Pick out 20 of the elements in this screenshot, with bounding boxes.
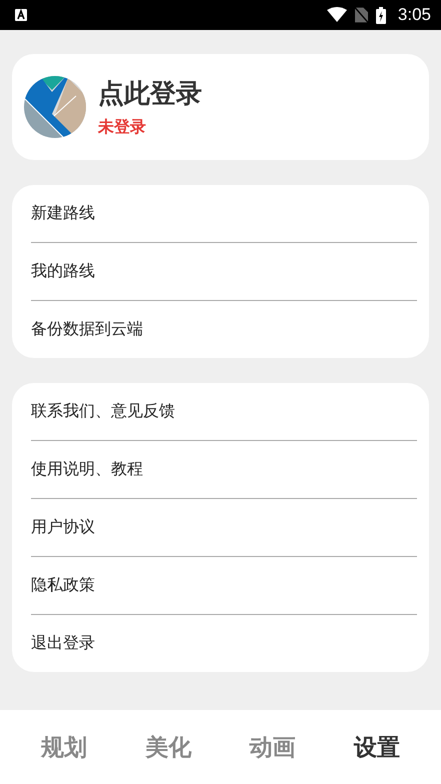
keyboard-icon — [15, 9, 27, 21]
login-title: 点此登录 — [98, 78, 202, 111]
battery-charging-icon — [376, 6, 386, 24]
menu-item[interactable]: 用户协议 — [31, 499, 417, 556]
menu-item[interactable]: 我的路线 — [31, 243, 417, 300]
wifi-icon — [326, 7, 347, 23]
login-status: 未登录 — [98, 117, 147, 138]
menu-item[interactable]: 联系我们、意见反馈 — [31, 383, 417, 440]
clock-time: 3:05 — [398, 5, 431, 25]
login-card[interactable]: 点此登录 未登录 — [12, 54, 429, 160]
no-sim-icon — [354, 7, 368, 23]
menu-item[interactable]: 退出登录 — [31, 615, 417, 672]
nav-tab[interactable]: 设置 — [354, 732, 400, 762]
menu-item[interactable]: 新建路线 — [31, 185, 417, 242]
nav-tab[interactable]: 美化 — [145, 732, 192, 762]
nav-tab[interactable]: 动画 — [250, 732, 296, 762]
nav-tab[interactable]: 规划 — [41, 732, 88, 762]
menu-item[interactable]: 备份数据到云端 — [31, 301, 417, 358]
menu-item[interactable]: 使用说明、教程 — [31, 441, 417, 498]
menu-item[interactable]: 隐私政策 — [31, 557, 417, 614]
